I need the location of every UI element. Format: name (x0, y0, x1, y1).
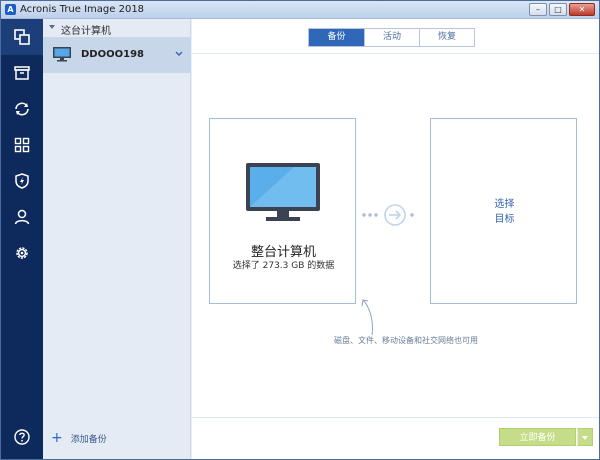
hint-text: 磁盘、文件、移动设备和社交网络也可用 (334, 336, 478, 345)
nav-item-account[interactable] (1, 199, 43, 235)
bottom-action-bar: 立即备份 (192, 417, 599, 459)
source-group-label: 这台计算机 (61, 26, 111, 37)
backup-now-button[interactable]: 立即备份 (499, 428, 576, 446)
destination-label-line2: 目标 (494, 214, 515, 225)
nav-item-protection[interactable] (1, 163, 43, 199)
tab-bar: 备份 活动 恢复 (308, 28, 475, 47)
archive-icon (14, 66, 30, 80)
title-bar: A Acronis True Image 2018 – □ ✕ (1, 1, 599, 19)
shield-icon (15, 173, 29, 189)
tab-activity[interactable]: 活动 (364, 29, 419, 46)
chevron-down-icon[interactable] (175, 51, 183, 57)
copy-icon (14, 29, 30, 45)
main-content: 备份 活动 恢复 整台计算机 选择了 273.3 GB 的数据 选择 目标 磁盘… (192, 19, 599, 459)
window-controls: – □ ✕ (529, 3, 595, 16)
app-window: A Acronis True Image 2018 – □ ✕ 这台计算机 DD… (0, 0, 600, 460)
header-divider (192, 53, 599, 54)
gear-icon (16, 247, 28, 259)
user-icon (14, 209, 30, 225)
monitor-icon (53, 47, 71, 62)
left-nav (1, 19, 43, 459)
maximize-button[interactable]: □ (549, 3, 567, 16)
nav-item-help[interactable] (1, 419, 43, 455)
close-button[interactable]: ✕ (569, 3, 595, 16)
add-backup-button[interactable]: + 添加备份 (51, 431, 107, 445)
destination-label-line1: 选择 (494, 199, 515, 210)
backup-options-dropdown[interactable] (577, 428, 593, 446)
nav-item-sync[interactable] (1, 91, 43, 127)
nav-item-archive[interactable] (1, 55, 43, 91)
nav-item-settings[interactable] (1, 235, 43, 271)
source-item-name: DDOOO198 (81, 49, 144, 60)
app-logo-icon: A (5, 4, 16, 15)
nav-item-backup[interactable] (1, 19, 43, 55)
minimize-button[interactable]: – (529, 3, 547, 16)
backup-list-panel: 这台计算机 DDOOO198 + 添加备份 (43, 19, 191, 459)
grid-icon (14, 137, 30, 153)
tab-restore[interactable]: 恢复 (419, 29, 474, 46)
tab-backup[interactable]: 备份 (309, 29, 364, 46)
computer-monitor-icon (246, 163, 320, 221)
backup-source-card[interactable]: 整台计算机 选择了 273.3 GB 的数据 (209, 118, 356, 304)
window-title: Acronis True Image 2018 (20, 4, 145, 15)
source-group-header[interactable]: 这台计算机 (43, 19, 191, 37)
add-backup-label: 添加备份 (70, 434, 107, 445)
backup-destination-card[interactable]: 选择 目标 (430, 118, 577, 304)
destination-label: 选择 目标 (431, 197, 578, 227)
source-card-subtitle: 选择了 273.3 GB 的数据 (232, 261, 335, 271)
arrow-connector-icon (362, 204, 414, 226)
collapse-arrow-icon (49, 25, 55, 29)
help-icon (14, 429, 30, 445)
source-item-computer[interactable]: DDOOO198 (43, 37, 191, 73)
curved-arrow-icon (361, 299, 373, 336)
nav-item-tools[interactable] (1, 127, 43, 163)
sync-icon (15, 102, 29, 116)
plus-icon: + (51, 430, 63, 446)
